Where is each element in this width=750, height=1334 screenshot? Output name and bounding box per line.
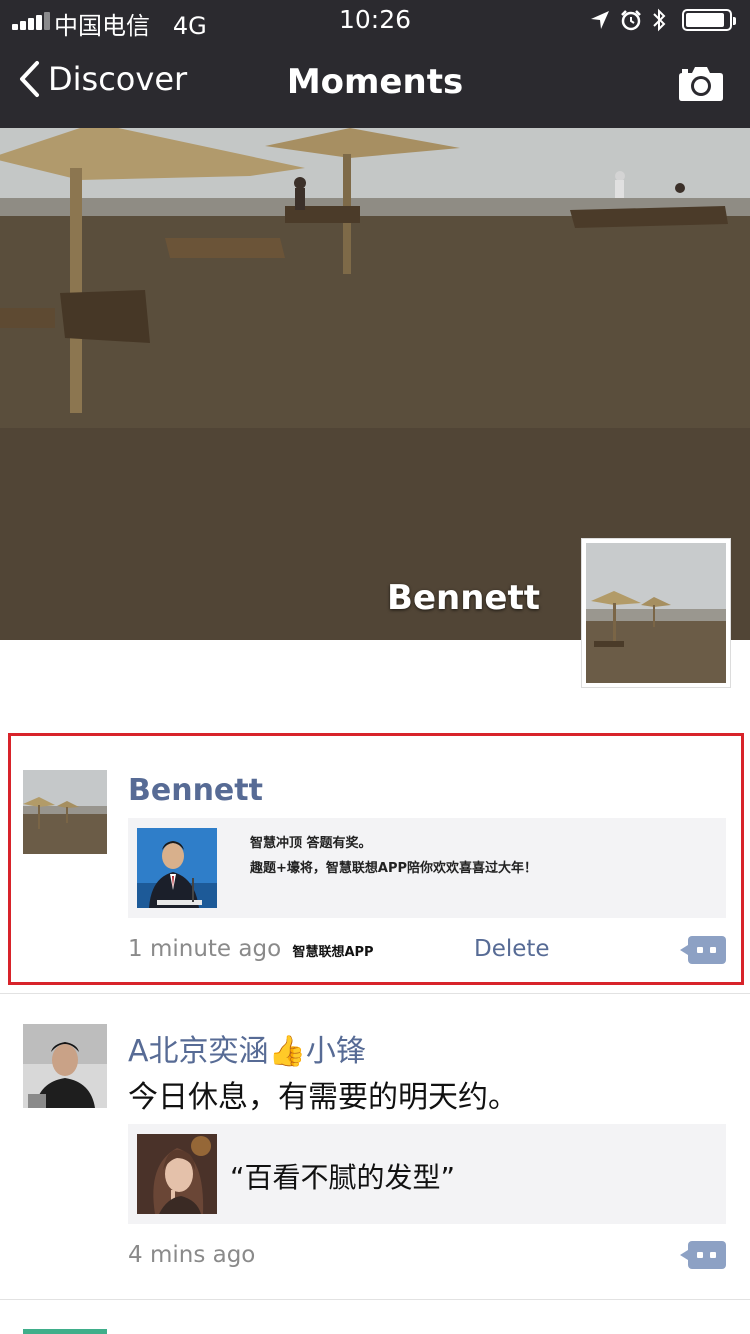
delete-button[interactable]: Delete xyxy=(474,936,550,962)
link-title-line-2: 趣题+壕将，智慧联想APP陪你欢欢喜喜过大年！ xyxy=(250,861,538,876)
page-title: Moments xyxy=(286,62,464,102)
cover-user-name: Bennett xyxy=(387,578,540,618)
moment-post: Bennett 智慧冲顶 答题有奖。 趣题+壕将，智慧联想APP陪你欢欢喜喜过大… xyxy=(0,733,750,991)
post-text: 今日休息，有需要的明天约。 xyxy=(128,1080,518,1115)
link-thumbnail xyxy=(137,828,217,908)
link-title: “百看不腻的发型” xyxy=(230,1161,456,1194)
post-avatar[interactable] xyxy=(23,1024,107,1108)
comment-button[interactable] xyxy=(680,1241,726,1269)
link-thumbnail-image xyxy=(137,1134,217,1214)
post-author[interactable]: A北京奕涵👍小锋 xyxy=(128,1026,366,1070)
shared-link-card[interactable]: “百看不腻的发型” xyxy=(128,1124,726,1224)
post-avatar[interactable] xyxy=(23,770,107,854)
status-bar: 中国电信 4G 10:26 xyxy=(0,0,750,40)
status-icons xyxy=(590,8,736,32)
post-avatar[interactable] xyxy=(23,1329,107,1334)
post-time-text: 1 minute ago xyxy=(128,936,282,962)
bluetooth-icon xyxy=(653,8,666,32)
navigation-bar: Discover Moments xyxy=(0,40,750,128)
post-time: 1 minute ago 智慧联想APP xyxy=(128,936,374,962)
post-avatar-image xyxy=(23,770,107,854)
link-thumbnail-image xyxy=(137,828,217,908)
post-source[interactable]: 智慧联想APP xyxy=(292,945,373,960)
post-author[interactable]: Bennett xyxy=(128,773,263,808)
profile-avatar[interactable] xyxy=(581,538,731,688)
post-avatar-image xyxy=(23,1024,107,1108)
profile-avatar-image xyxy=(586,543,726,683)
battery-icon xyxy=(682,9,736,31)
camera-icon[interactable] xyxy=(678,64,724,102)
top-bar: 中国电信 4G 10:26 Discover Moments xyxy=(0,0,750,128)
alarm-clock-icon xyxy=(621,10,641,31)
post-divider xyxy=(0,1299,750,1300)
location-arrow-icon xyxy=(591,11,609,29)
post-time: 4 mins ago xyxy=(128,1242,256,1268)
link-title-line-1: 智慧冲顶 答题有奖。 xyxy=(250,836,372,851)
moment-post: A北京奕涵👍小锋 今日休息，有需要的明天约。 “百看不腻的发型” 4 mins … xyxy=(0,994,750,1299)
comment-button[interactable] xyxy=(680,936,726,964)
link-thumbnail xyxy=(137,1134,217,1214)
shared-link-card[interactable]: 智慧冲顶 答题有奖。 趣题+壕将，智慧联想APP陪你欢欢喜喜过大年！ xyxy=(128,818,726,918)
